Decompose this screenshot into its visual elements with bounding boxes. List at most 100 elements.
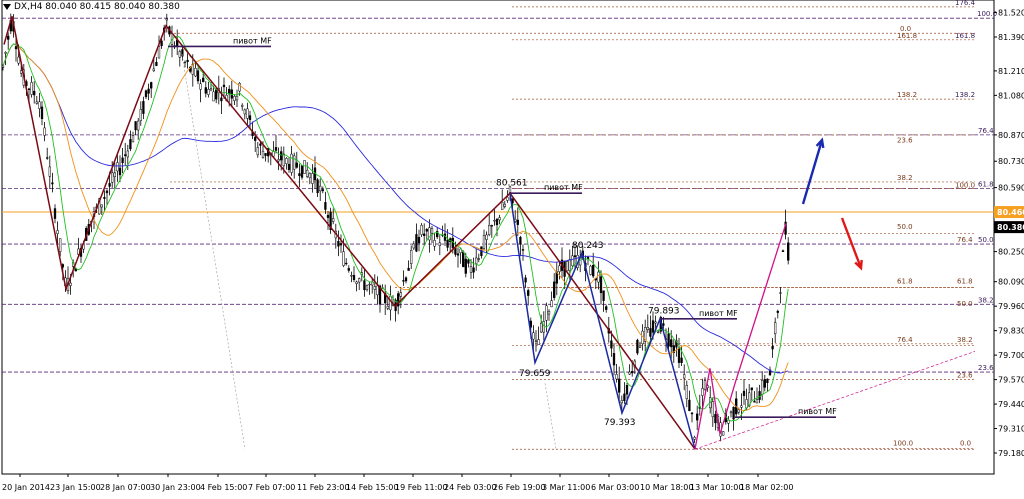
- x-tick-label: 28 Jan 07:00: [100, 483, 151, 492]
- candle-body: [308, 173, 311, 178]
- candle-body: [620, 400, 623, 404]
- fib-label-mid: 76.4: [897, 336, 913, 344]
- candle-body: [38, 101, 41, 109]
- candle-body: [355, 281, 358, 284]
- pivot-mf-label: пивот MF: [798, 407, 837, 416]
- candle-body: [776, 310, 779, 313]
- candle-body: [282, 153, 285, 167]
- candle-body: [186, 59, 189, 62]
- candle-body: [246, 108, 249, 119]
- fib-label-mid: 38.2: [897, 174, 913, 182]
- candle-body: [254, 136, 257, 141]
- candle-body: [235, 95, 239, 101]
- candle-body: [547, 311, 551, 315]
- fib-label-right: 61.8: [978, 181, 994, 189]
- candle-body: [111, 172, 114, 183]
- candle-body: [43, 127, 46, 136]
- candle-body: [753, 401, 756, 403]
- candle-body: [599, 276, 603, 294]
- chart-title: DX,H4 80.040 80.415 80.040 80.380: [14, 2, 180, 12]
- candle-body: [311, 173, 314, 184]
- candle-body: [417, 236, 421, 244]
- candle-body: [592, 265, 595, 277]
- candle-body: [59, 238, 62, 252]
- zigzag-dark: [3, 16, 696, 450]
- candle-body: [7, 35, 10, 40]
- candle-body: [774, 322, 777, 335]
- candle-body: [27, 88, 31, 90]
- candle-body: [290, 153, 293, 173]
- candle-body: [17, 56, 20, 64]
- fib-label-mid: 138.2: [897, 91, 917, 99]
- candle-body: [462, 251, 465, 268]
- candle-body: [116, 162, 119, 172]
- symbol-dropdown-icon[interactable]: [3, 4, 11, 10]
- candle-body: [750, 387, 753, 391]
- candle-body: [274, 147, 278, 151]
- candle-body: [534, 340, 538, 342]
- candle-body: [662, 323, 665, 326]
- candle-body: [521, 249, 525, 251]
- candle-body: [306, 169, 309, 177]
- arrow-down-shaft: [840, 217, 863, 269]
- candle-body: [202, 77, 205, 83]
- candle-body: [628, 371, 631, 375]
- candle-body: [638, 345, 642, 348]
- candle-body: [482, 235, 486, 249]
- candle-body: [701, 388, 704, 396]
- candle-body: [550, 300, 553, 308]
- fib-label-right: 76.4: [978, 127, 994, 135]
- candle-body: [446, 239, 449, 248]
- candle-body: [566, 261, 569, 272]
- candle-body: [605, 306, 608, 310]
- fib-label-right: 100.0: [977, 10, 997, 18]
- y-tick-label: 81.520: [998, 9, 1024, 18]
- price-chart[interactable]: 81.520 81.390 81.210 81.080 80.870 80.730 80.5…: [0, 0, 1024, 495]
- fib-label-mid: 76.4: [957, 236, 973, 244]
- fib-label-mid: 61.8: [957, 277, 973, 285]
- candle-body: [277, 159, 280, 162]
- pivot-mf-label: пивот MF: [233, 36, 272, 45]
- candle-body: [625, 385, 629, 395]
- candle-body: [243, 109, 246, 115]
- candle-body: [53, 208, 57, 219]
- candle-body: [69, 282, 72, 286]
- candle-body: [248, 115, 252, 120]
- candle-body: [56, 230, 59, 235]
- candle-body: [477, 258, 480, 260]
- price-label-text: 80.460: [997, 208, 1024, 217]
- candle-body: [295, 162, 298, 168]
- candle-body: [183, 61, 187, 64]
- candle-body: [160, 40, 163, 47]
- candle-body: [316, 179, 319, 194]
- candle-body: [194, 67, 197, 77]
- candle-body: [683, 374, 686, 379]
- candle-body: [407, 267, 410, 271]
- fib-label-right: 138.2: [955, 91, 975, 99]
- y-tick-label: 79.830: [998, 327, 1024, 336]
- x-tick-label: 23 Jan 15:00: [50, 483, 101, 492]
- candle-body: [722, 431, 725, 436]
- candle-body: [742, 390, 746, 396]
- candle-body: [516, 219, 519, 225]
- y-tick-label: 79.180: [998, 449, 1024, 458]
- candle-body: [376, 285, 379, 296]
- candle-body: [352, 275, 356, 280]
- candle-body: [373, 285, 376, 290]
- candle-body: [337, 240, 340, 247]
- x-tick-label: 18 Mar 02:00: [740, 483, 793, 492]
- candle-body: [451, 237, 454, 249]
- candle-body: [207, 89, 210, 95]
- candle-body: [571, 255, 574, 267]
- candle-body: [490, 225, 493, 227]
- fib-label-mid: 50.0: [897, 223, 913, 231]
- candle-body: [456, 253, 460, 256]
- fib-label-right: 50.0: [978, 236, 994, 244]
- candle-body: [204, 87, 207, 94]
- fib-label-mid: 0.0: [960, 439, 971, 447]
- candle-body: [618, 378, 621, 393]
- candle-body: [415, 234, 418, 252]
- y-tick-label: 79.700: [998, 351, 1024, 360]
- candle-body: [677, 347, 681, 363]
- candle-body: [48, 166, 51, 177]
